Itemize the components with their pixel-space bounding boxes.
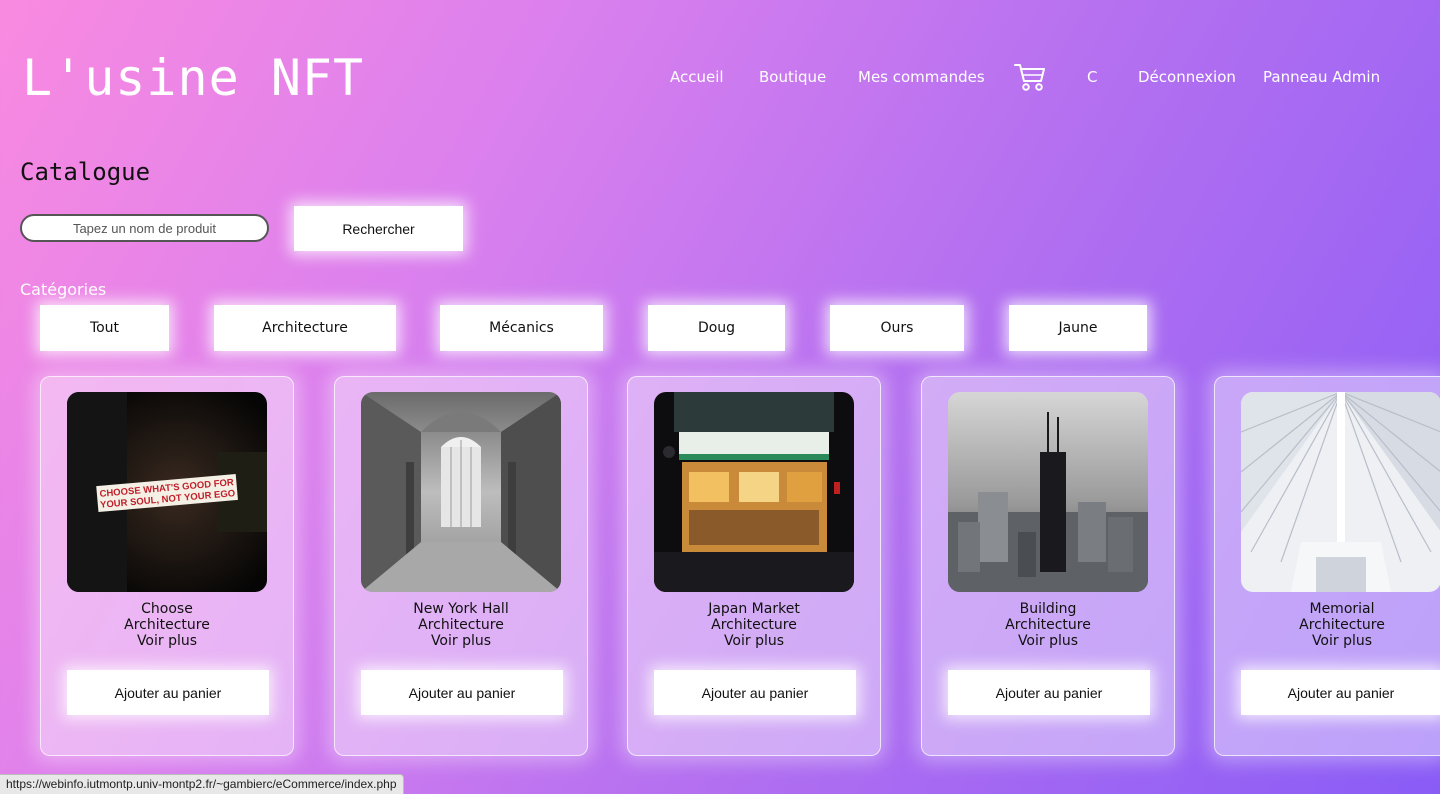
- product-category: Architecture: [1005, 617, 1091, 633]
- category-all-button[interactable]: Tout: [40, 305, 169, 351]
- nav-user[interactable]: C: [1087, 66, 1097, 88]
- product-card: Japan Market Architecture Voir plus Ajou…: [627, 376, 881, 756]
- product-image[interactable]: [361, 392, 561, 592]
- category-doug-button[interactable]: Doug: [648, 305, 785, 351]
- nav-home[interactable]: Accueil: [670, 66, 724, 88]
- search-button[interactable]: Rechercher: [294, 206, 463, 251]
- product-info: Memorial Architecture Voir plus: [1215, 601, 1440, 649]
- hall-image: [361, 392, 561, 592]
- nav-shop[interactable]: Boutique: [759, 66, 826, 88]
- category-architecture-button[interactable]: Architecture: [214, 305, 396, 351]
- nav-logout[interactable]: Déconnexion: [1138, 66, 1236, 88]
- add-to-cart-button[interactable]: Ajouter au panier: [361, 670, 563, 715]
- category-ours-button[interactable]: Ours: [830, 305, 964, 351]
- product-info: New York Hall Architecture Voir plus: [335, 601, 587, 649]
- product-image[interactable]: [948, 392, 1148, 592]
- product-info: Choose Architecture Voir plus: [41, 601, 293, 649]
- nav-admin-panel[interactable]: Panneau Admin: [1263, 66, 1380, 88]
- search-input[interactable]: [20, 214, 269, 242]
- product-image[interactable]: [654, 392, 854, 592]
- product-name: Memorial: [1309, 601, 1375, 617]
- product-info: Japan Market Architecture Voir plus: [628, 601, 880, 649]
- see-more-link[interactable]: Voir plus: [628, 633, 880, 649]
- product-card: Building Architecture Voir plus Ajouter …: [921, 376, 1175, 756]
- shop-front-image: [654, 392, 854, 592]
- browser-status-url: https://webinfo.iutmontp.univ-montp2.fr/…: [0, 774, 404, 794]
- product-card: New York Hall Architecture Voir plus Ajo…: [334, 376, 588, 756]
- see-more-link[interactable]: Voir plus: [41, 633, 293, 649]
- cart-icon-graphic: [1014, 64, 1045, 91]
- product-category: Architecture: [711, 617, 797, 633]
- product-card: CHOOSE WHAT'S GOOD FOR YOUR SOUL, NOT YO…: [40, 376, 294, 756]
- categories-label: Catégories: [20, 280, 107, 299]
- add-to-cart-button[interactable]: Ajouter au panier: [67, 670, 269, 715]
- nav-orders[interactable]: Mes commandes: [858, 66, 985, 88]
- product-name: Japan Market: [708, 601, 800, 617]
- product-info: Building Architecture Voir plus: [922, 601, 1174, 649]
- product-name: New York Hall: [413, 601, 509, 617]
- see-more-link[interactable]: Voir plus: [1215, 633, 1440, 649]
- product-category: Architecture: [418, 617, 504, 633]
- product-name: Choose: [141, 601, 193, 617]
- brand-logo[interactable]: L'usine NFT: [22, 48, 364, 108]
- add-to-cart-button[interactable]: Ajouter au panier: [948, 670, 1150, 715]
- see-more-link[interactable]: Voir plus: [922, 633, 1174, 649]
- category-mecanics-button[interactable]: Mécanics: [440, 305, 603, 351]
- product-image[interactable]: CHOOSE WHAT'S GOOD FOR YOUR SOUL, NOT YO…: [67, 392, 267, 592]
- product-category: Architecture: [124, 617, 210, 633]
- memorial-image: [1241, 392, 1440, 592]
- skyscraper-image: [948, 392, 1148, 592]
- product-name: Building: [1019, 601, 1077, 617]
- add-to-cart-button[interactable]: Ajouter au panier: [1241, 670, 1440, 715]
- cart-icon[interactable]: [1013, 60, 1047, 92]
- product-category: Architecture: [1299, 617, 1385, 633]
- product-card: Memorial Architecture Voir plus Ajouter …: [1214, 376, 1440, 756]
- see-more-link[interactable]: Voir plus: [335, 633, 587, 649]
- page-title: Catalogue: [20, 158, 151, 186]
- add-to-cart-button[interactable]: Ajouter au panier: [654, 670, 856, 715]
- product-image[interactable]: [1241, 392, 1440, 592]
- neon-sign-image: CHOOSE WHAT'S GOOD FOR YOUR SOUL, NOT YO…: [67, 392, 267, 592]
- site-header: L'usine NFT Accueil Boutique Mes command…: [0, 0, 1440, 150]
- category-jaune-button[interactable]: Jaune: [1009, 305, 1147, 351]
